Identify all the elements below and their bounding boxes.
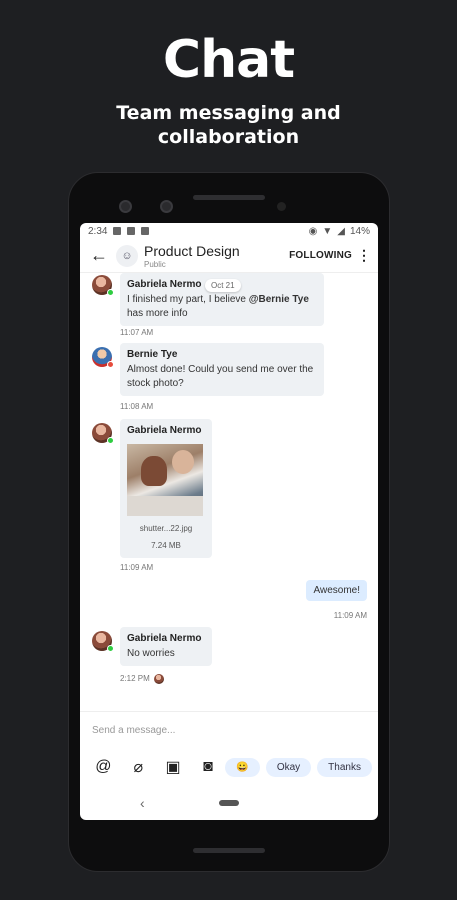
group-icon[interactable]: ☺ bbox=[116, 244, 138, 267]
file-size: 7.24 MB bbox=[151, 541, 181, 550]
message-time: 11:07 AM bbox=[120, 328, 154, 337]
phone-speaker bbox=[193, 195, 265, 200]
nav-back-icon[interactable]: ‹ bbox=[140, 795, 145, 811]
notification-icon bbox=[113, 227, 122, 235]
at-sign-icon[interactable]: @ bbox=[86, 758, 121, 776]
wifi-icon: ▼ bbox=[322, 225, 333, 237]
message-time: 2:12 PM bbox=[120, 674, 164, 684]
photo-person bbox=[141, 456, 167, 486]
my-message-bubble[interactable]: Awesome! bbox=[306, 580, 367, 601]
app-screen: 2:34 ◉ ▼ ◢ 14% ← ☺ Product Design Public… bbox=[80, 223, 378, 820]
avatar[interactable] bbox=[92, 631, 114, 652]
composer: @ ⌀ ▣ ◙ 😀 Okay Thanks bbox=[80, 711, 378, 786]
more-vert-icon[interactable]: ⋮ bbox=[356, 247, 372, 264]
quick-reply-thanks[interactable]: Thanks bbox=[317, 757, 372, 777]
message-time: 11:09 AM bbox=[333, 611, 367, 620]
message-bubble[interactable]: Bernie Tye Almost done! Could you send m… bbox=[120, 343, 324, 396]
status-indicator bbox=[107, 361, 114, 368]
online-indicator bbox=[107, 289, 114, 296]
message-time: 11:09 AM bbox=[120, 563, 154, 572]
photo-desk bbox=[127, 496, 203, 516]
paperclip-icon[interactable]: ⌀ bbox=[121, 757, 156, 777]
message-list[interactable]: Gabriela Nermo I finished my part, I bel… bbox=[80, 273, 378, 709]
front-camera bbox=[119, 200, 132, 213]
online-indicator bbox=[107, 437, 114, 444]
photo-person bbox=[172, 450, 194, 474]
chat-header: ← ☺ Product Design Public FOLLOWING ⋮ bbox=[80, 239, 378, 273]
promo-subtitle-line2: collaboration bbox=[157, 126, 300, 148]
message-bubble[interactable]: Gabriela Nermo No worries bbox=[120, 627, 212, 666]
camera-icon[interactable]: ◙ bbox=[191, 758, 226, 776]
online-indicator bbox=[107, 645, 114, 652]
mention-link[interactable]: @Bernie Tye bbox=[249, 294, 309, 305]
read-receipt-avatar bbox=[153, 674, 164, 684]
following-button[interactable]: FOLLOWING bbox=[289, 250, 352, 261]
eye-icon: ◉ bbox=[308, 225, 318, 237]
phone-bottom-speaker bbox=[193, 848, 265, 853]
image-attachment[interactable] bbox=[127, 444, 203, 516]
notification-icon bbox=[141, 227, 150, 235]
file-name: shutter...22.jpg bbox=[139, 524, 193, 533]
image-icon[interactable]: ▣ bbox=[156, 757, 191, 777]
file-message-bubble[interactable]: Gabriela Nermo shutter...22.jpg 7.24 MB bbox=[120, 419, 212, 558]
promo-subtitle: Team messaging and collaboration bbox=[0, 101, 457, 149]
message-text: No worries bbox=[127, 648, 175, 659]
status-time: 2:34 bbox=[88, 225, 108, 237]
battery-level: 14% bbox=[349, 225, 370, 237]
notification-icon bbox=[127, 227, 136, 235]
message-text: Almost done! Could you send me over the … bbox=[127, 364, 314, 389]
avatar[interactable] bbox=[92, 275, 114, 296]
front-sensor bbox=[160, 200, 173, 213]
promo-title: Chat bbox=[162, 30, 295, 90]
message-sender: Gabriela Nermo bbox=[127, 425, 202, 436]
arrow-left-icon[interactable]: ← bbox=[90, 245, 112, 266]
system-nav-bar: ‹ bbox=[80, 786, 378, 820]
composer-toolbar: @ ⌀ ▣ ◙ 😀 Okay Thanks bbox=[80, 748, 378, 786]
status-bar: 2:34 ◉ ▼ ◢ 14% bbox=[80, 223, 378, 239]
avatar[interactable] bbox=[92, 347, 114, 368]
message-input[interactable] bbox=[80, 712, 378, 748]
proximity-sensor bbox=[277, 202, 286, 211]
date-chip: Oct 21 bbox=[205, 279, 241, 292]
quick-reply-okay[interactable]: Okay bbox=[265, 757, 312, 777]
message-text: I finished my part, I believe @Bernie Ty… bbox=[127, 294, 309, 319]
channel-title[interactable]: Product Design bbox=[144, 243, 240, 259]
message-sender: Bernie Tye bbox=[127, 349, 178, 360]
message-time: 11:08 AM bbox=[120, 402, 154, 411]
promo-subtitle-line1: Team messaging and bbox=[116, 102, 341, 124]
signal-icon: ◢ bbox=[337, 225, 345, 237]
channel-visibility: Public bbox=[144, 259, 166, 269]
nav-home-pill[interactable] bbox=[219, 800, 239, 806]
message-sender: Gabriela Nermo bbox=[127, 633, 202, 644]
avatar[interactable] bbox=[92, 423, 114, 444]
quick-reply-emoji[interactable]: 😀 bbox=[225, 757, 260, 777]
phone-frame: 2:34 ◉ ▼ ◢ 14% ← ☺ Product Design Public… bbox=[68, 172, 390, 872]
